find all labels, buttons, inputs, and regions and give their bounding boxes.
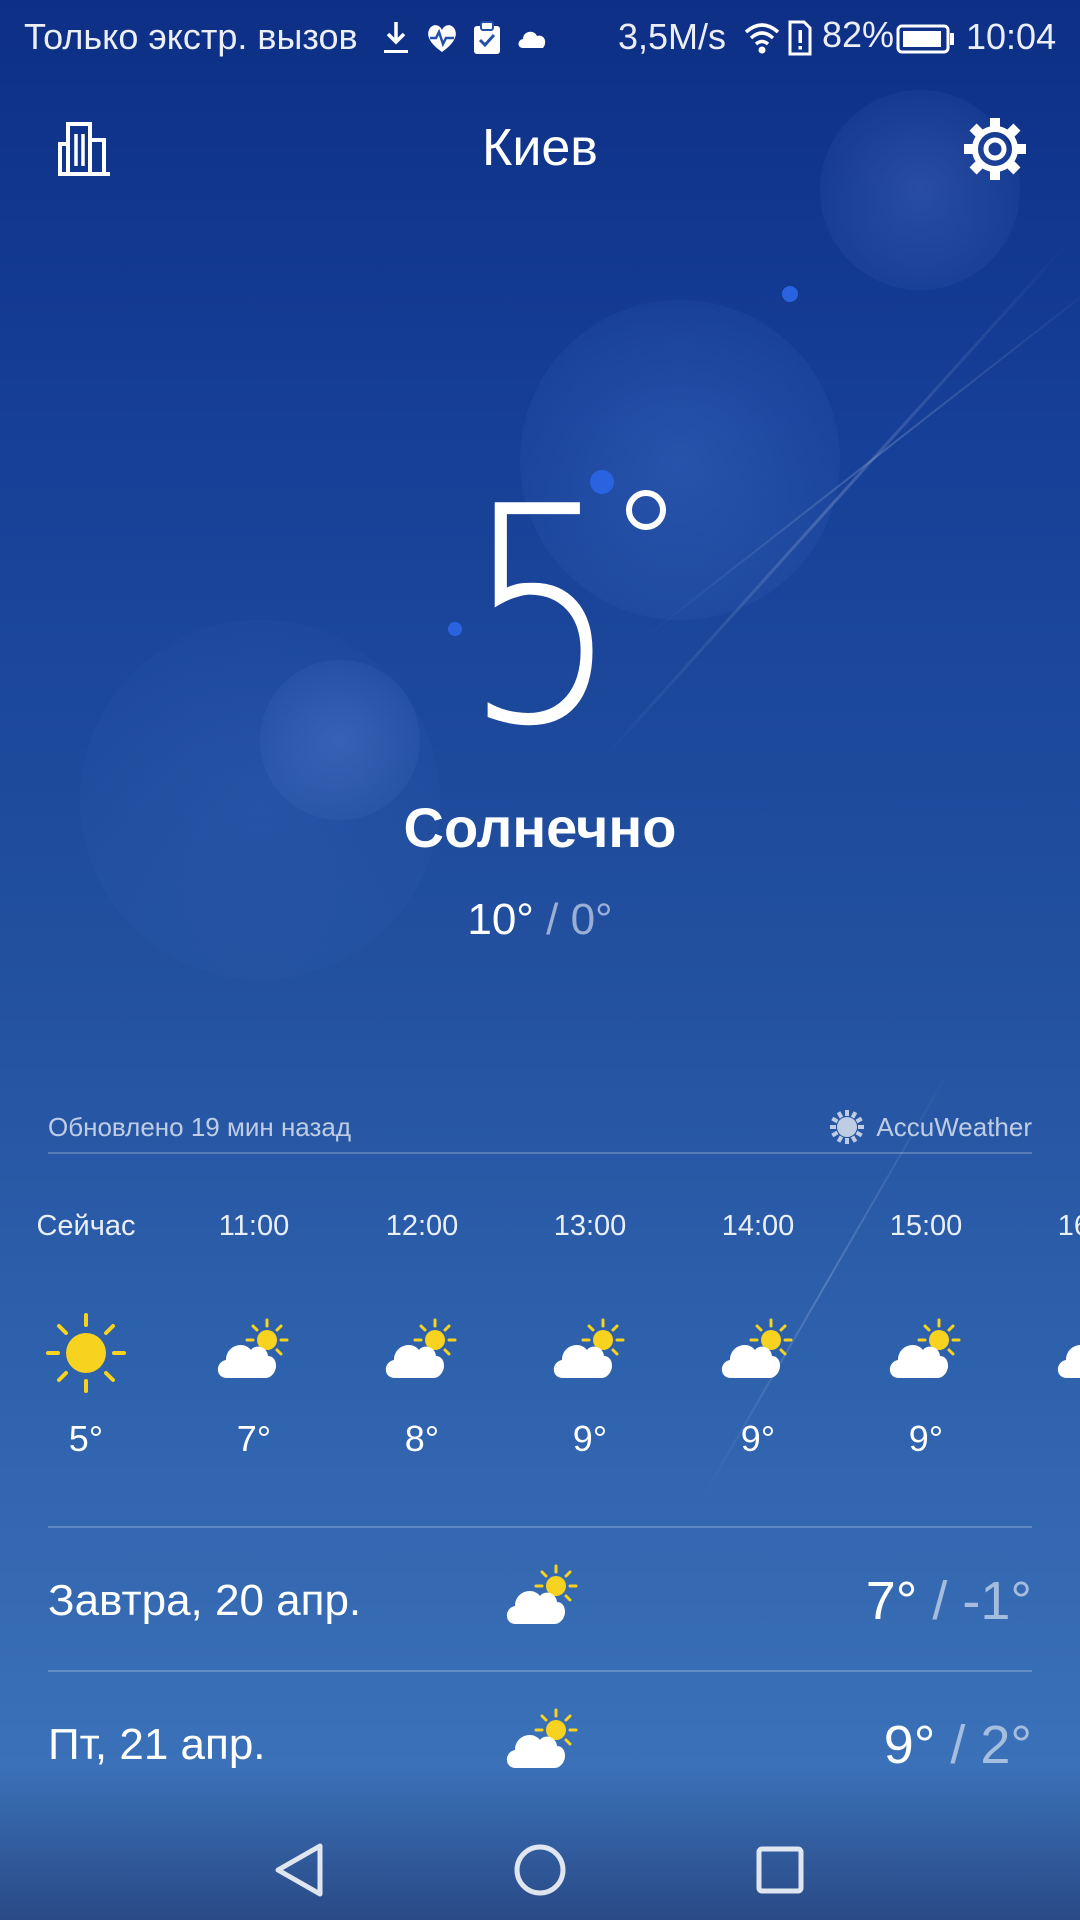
battery-icon bbox=[896, 24, 954, 54]
back-icon[interactable] bbox=[260, 1830, 340, 1910]
hour-temperature: 8° bbox=[404, 1418, 440, 1459]
hourly-item: 13:00 9° bbox=[506, 1210, 674, 1460]
hour-temperature: 9° bbox=[740, 1418, 776, 1459]
clock: 10:04 bbox=[966, 16, 1057, 57]
weather-screen: Только экстр. вызов 3,5M/s 82% 10:04 Кие… bbox=[0, 0, 1080, 1920]
carrier-text: Только экстр. вызов bbox=[24, 16, 358, 57]
day-low: -1° bbox=[962, 1571, 1032, 1631]
hourly-forecast[interactable]: Сейчас 5° 11:00 7° 12:00 8° 13:00 9° 14:00 9° 15:0… bbox=[0, 1210, 1080, 1480]
daily-row[interactable]: Пт, 21 апр. 9° / 2° bbox=[48, 1674, 1032, 1814]
hour-temperature: 7° bbox=[236, 1418, 272, 1459]
day-temperature: 7° / -1° bbox=[866, 1570, 1032, 1632]
temp-separator: / bbox=[917, 1571, 963, 1631]
current-temperature: 5 bbox=[463, 443, 620, 792]
hour-temperature: 5° bbox=[68, 1418, 104, 1459]
hour-time: 16:00 bbox=[1057, 1210, 1080, 1242]
day-high: 7° bbox=[865, 1571, 918, 1631]
day-low: 2° bbox=[980, 1715, 1032, 1775]
partly-cloudy-icon bbox=[498, 1698, 588, 1788]
clipboard-icon bbox=[474, 21, 500, 54]
hourly-item: 12:00 8° bbox=[338, 1210, 506, 1460]
degree-symbol bbox=[626, 490, 666, 530]
recents-icon[interactable] bbox=[740, 1830, 820, 1910]
hour-time: 15:00 bbox=[889, 1210, 963, 1242]
hour-time: 13:00 bbox=[553, 1210, 627, 1242]
hour-time: 11:00 bbox=[218, 1210, 290, 1242]
partly-cloudy-icon bbox=[881, 1308, 971, 1398]
hourly-item: 16:00 1 bbox=[1010, 1210, 1080, 1460]
high-temperature: 10° bbox=[467, 895, 534, 944]
hour-time: 14:00 bbox=[721, 1210, 795, 1242]
hour-temperature: 9° bbox=[572, 1418, 608, 1459]
partly-cloudy-icon bbox=[377, 1308, 467, 1398]
partly-cloudy-icon bbox=[545, 1308, 635, 1398]
day-label: Пт, 21 апр. bbox=[48, 1720, 266, 1769]
daily-row[interactable]: Завтра, 20 апр. 7° / -1° bbox=[48, 1530, 1032, 1670]
temp-separator: / bbox=[935, 1715, 981, 1775]
divider bbox=[48, 1526, 1032, 1528]
hour-temperature: 1 bbox=[1010, 1418, 1080, 1460]
weather-condition: Солнечно bbox=[403, 796, 677, 859]
network-speed: 3,5M/s bbox=[618, 16, 727, 57]
partly-cloudy-icon bbox=[498, 1554, 588, 1644]
divider bbox=[48, 1670, 1032, 1672]
health-icon bbox=[428, 25, 456, 52]
hourly-item: Сейчас 5° bbox=[2, 1210, 170, 1460]
hour-time: 12:00 bbox=[385, 1210, 459, 1242]
temp-separator: / bbox=[533, 895, 571, 944]
status-bar: Только экстр. вызов 3,5M/s 82% 10:04 bbox=[0, 0, 1080, 76]
hourly-item: 11:00 7° bbox=[170, 1210, 338, 1460]
cloud-icon bbox=[518, 31, 546, 48]
provider-link[interactable]: AccuWeather bbox=[876, 1112, 1032, 1143]
wifi-icon bbox=[744, 23, 780, 54]
update-info-row: Обновлено 19 мин назад AccuWeather bbox=[48, 1108, 1032, 1152]
sun-icon bbox=[41, 1308, 131, 1398]
accuweather-sun-icon bbox=[830, 1110, 864, 1144]
day-temperature: 9° / 2° bbox=[884, 1714, 1032, 1776]
hour-temperature: 9° bbox=[908, 1418, 944, 1459]
light-dot bbox=[782, 286, 798, 302]
day-label: Завтра, 20 апр. bbox=[48, 1576, 362, 1625]
low-temperature: 0° bbox=[570, 895, 613, 944]
battery-percent: 82% bbox=[822, 14, 895, 55]
partly-cloudy-icon bbox=[1049, 1308, 1080, 1398]
high-low-temperature: 10° / 0° bbox=[0, 895, 1080, 945]
sim-alert-icon bbox=[788, 20, 812, 56]
partly-cloudy-icon bbox=[209, 1308, 299, 1398]
navigation-bar bbox=[0, 1810, 1080, 1920]
hourly-item: 15:00 9° bbox=[842, 1210, 1010, 1460]
city-title: Киев bbox=[482, 119, 598, 177]
home-icon[interactable] bbox=[500, 1830, 580, 1910]
partly-cloudy-icon bbox=[713, 1308, 803, 1398]
hourly-item: 14:00 9° bbox=[674, 1210, 842, 1460]
day-high: 9° bbox=[883, 1715, 936, 1775]
divider bbox=[48, 1152, 1032, 1154]
hour-time: Сейчас bbox=[36, 1210, 136, 1242]
gear-icon[interactable] bbox=[962, 116, 1028, 182]
download-icon bbox=[384, 22, 408, 53]
updated-time: Обновлено 19 мин назад bbox=[48, 1112, 352, 1142]
